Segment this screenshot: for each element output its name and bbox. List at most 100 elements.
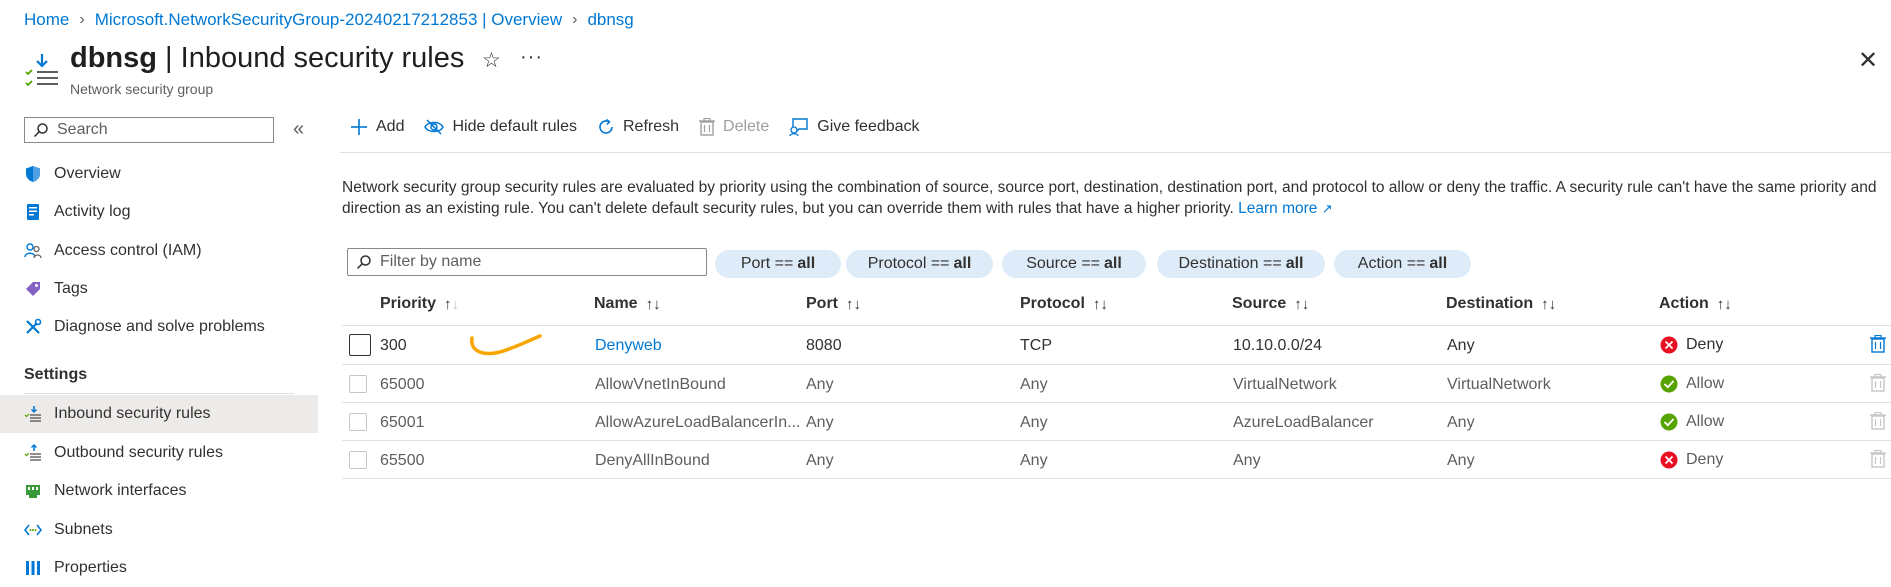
rule-name-link[interactable]: Denyweb: [595, 337, 662, 355]
cell-destination: VirtualNetwork: [1447, 376, 1551, 393]
sidebar-item-label: Overview: [54, 165, 121, 182]
close-icon[interactable]: ✕: [1858, 46, 1878, 75]
sort-icon: ↑↓: [1716, 295, 1732, 313]
cell-action-label: Deny: [1686, 451, 1724, 468]
more-options-icon[interactable]: ···: [520, 46, 543, 69]
add-button-label: Add: [376, 118, 405, 135]
divider: [340, 152, 1891, 153]
cell-protocol: Any: [1020, 452, 1048, 469]
sidebar-item-outbound-security-rules[interactable]: Outbound security rules: [0, 434, 318, 472]
breadcrumb-home-link[interactable]: Home: [24, 10, 69, 30]
sidebar-item-subnets[interactable]: Subnets: [0, 511, 318, 549]
breadcrumb-current-link[interactable]: dbnsg: [587, 10, 633, 30]
add-button[interactable]: Add: [350, 118, 404, 136]
column-header-label: Port: [806, 295, 838, 312]
cell-action-label: Allow: [1686, 413, 1725, 430]
cell-action: Allow: [1660, 413, 1724, 431]
star-icon[interactable]: ☆: [482, 48, 501, 73]
breadcrumb-resource-group-link[interactable]: Microsoft.NetworkSecurityGroup-202402172…: [95, 10, 562, 30]
column-header-protocol[interactable]: Protocol ↑↓: [1020, 295, 1108, 313]
give-feedback-button[interactable]: Give feedback: [789, 118, 920, 136]
sidebar-item-network-interfaces[interactable]: Network interfaces: [0, 472, 318, 510]
row-checkbox[interactable]: [349, 451, 367, 469]
sort-asc-icon: ↑↓: [444, 295, 460, 313]
tag-icon: [24, 280, 42, 298]
sidebar-item-label: Tags: [54, 280, 88, 297]
cell-destination: Any: [1447, 452, 1475, 469]
search-icon: [356, 255, 371, 270]
sidebar-item-properties[interactable]: Properties: [0, 549, 318, 587]
sidebar-item-tags[interactable]: Tags: [0, 270, 318, 308]
learn-more-link[interactable]: Learn more ↗: [1238, 200, 1332, 217]
column-header-name[interactable]: Name ↑↓: [594, 295, 661, 313]
refresh-button[interactable]: Refresh: [597, 118, 679, 136]
network-interface-icon: [24, 482, 42, 500]
delete-row-icon[interactable]: [1870, 334, 1886, 358]
allow-icon: [1660, 413, 1678, 431]
plus-icon: [350, 118, 368, 136]
sidebar-section-settings: Settings: [24, 366, 88, 383]
cell-priority: 65001: [380, 414, 425, 431]
filter-by-name-input[interactable]: [378, 252, 682, 272]
filter-pill-key: Action ==: [1357, 255, 1426, 272]
cell-source: Any: [1233, 452, 1261, 469]
sidebar-item-label: Diagnose and solve problems: [54, 318, 265, 335]
allow-icon: [1660, 375, 1678, 393]
sidebar-search-input[interactable]: [55, 120, 259, 140]
hide-default-rules-button[interactable]: Hide default rules: [424, 118, 577, 136]
page-title-resource: dbnsg: [70, 42, 157, 74]
sidebar-item-overview[interactable]: Overview: [0, 155, 318, 193]
divider: [342, 364, 1891, 365]
inbound-rules-header-icon: [25, 54, 58, 87]
filter-pill-value: all: [1429, 255, 1448, 272]
page-subtitle: Network security group: [70, 81, 214, 97]
rules-description: Network security group security rules ar…: [342, 177, 1877, 219]
filter-by-name[interactable]: [347, 248, 707, 276]
column-header-priority[interactable]: Priority ↑↓: [380, 295, 459, 313]
row-checkbox[interactable]: [349, 375, 367, 393]
sidebar-search[interactable]: [24, 117, 274, 143]
sidebar-item-label: Access control (IAM): [54, 242, 202, 259]
filter-pill-destination[interactable]: Destination == all: [1157, 250, 1325, 278]
delete-button[interactable]: Delete: [699, 118, 769, 136]
collapse-sidebar-icon[interactable]: «: [293, 118, 304, 141]
filter-pill-protocol[interactable]: Protocol == all: [846, 250, 993, 278]
page-title: dbnsg | Inbound security rules: [70, 42, 464, 75]
properties-icon: [24, 559, 42, 577]
row-checkbox[interactable]: [349, 413, 367, 431]
column-header-action[interactable]: Action ↑↓: [1659, 295, 1732, 313]
delete-label: Delete: [723, 118, 770, 135]
sidebar-item-activity-log[interactable]: Activity log: [0, 193, 318, 231]
filter-pill-source[interactable]: Source == all: [1002, 250, 1146, 278]
row-checkbox[interactable]: [349, 334, 371, 356]
sidebar-item-diagnose[interactable]: Diagnose and solve problems: [0, 308, 318, 346]
cell-destination: Any: [1447, 337, 1475, 354]
column-header-port[interactable]: Port ↑↓: [806, 295, 861, 313]
column-header-label: Protocol: [1020, 295, 1085, 312]
chevron-right-icon: ›: [79, 11, 85, 28]
cell-source: 10.10.0.0/24: [1233, 337, 1322, 354]
sort-icon: ↑↓: [846, 295, 861, 313]
cell-source: AzureLoadBalancer: [1233, 414, 1374, 431]
filter-pill-key: Destination ==: [1178, 255, 1282, 272]
filter-pill-action[interactable]: Action == all: [1334, 250, 1471, 278]
sidebar-item-access-control[interactable]: Access control (IAM): [0, 232, 318, 270]
column-header-source[interactable]: Source ↑↓: [1232, 295, 1309, 313]
cell-protocol: Any: [1020, 376, 1048, 393]
feedback-icon: [789, 118, 809, 136]
cell-source: VirtualNetwork: [1233, 376, 1337, 393]
cell-action-label: Deny: [1686, 336, 1724, 353]
filter-pill-value: all: [953, 255, 972, 272]
annotation-swoosh: [470, 334, 542, 356]
sidebar-item-inbound-security-rules[interactable]: Inbound security rules: [0, 395, 318, 433]
column-header-destination[interactable]: Destination ↑↓: [1446, 295, 1556, 313]
filter-pill-port[interactable]: Port == all: [715, 250, 841, 278]
column-header-label: Name: [594, 295, 638, 312]
sidebar-item-label: Outbound security rules: [54, 444, 223, 461]
shield-icon: [24, 165, 42, 183]
sort-icon: ↑↓: [645, 295, 661, 313]
sort-icon: ↑↓: [1541, 295, 1557, 313]
external-link-icon: ↗: [1321, 201, 1333, 216]
hide-default-rules-label: Hide default rules: [452, 118, 577, 135]
cell-protocol: TCP: [1020, 337, 1052, 354]
